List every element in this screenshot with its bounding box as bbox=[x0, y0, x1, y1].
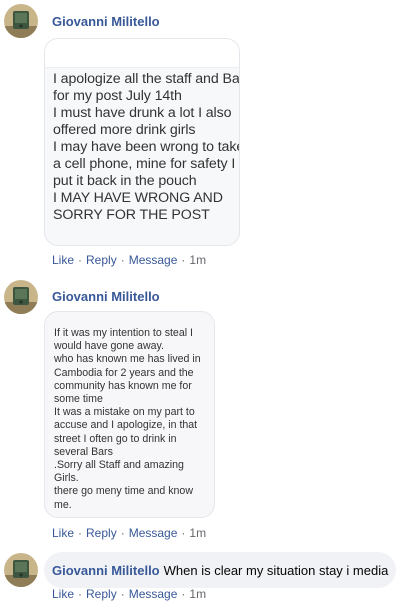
comment-timestamp[interactable]: 1m bbox=[189, 587, 206, 601]
message-link[interactable]: Message bbox=[129, 253, 178, 267]
comment-author[interactable]: Giovanni Militello bbox=[52, 563, 160, 578]
like-link[interactable]: Like bbox=[52, 253, 74, 267]
avatar-image bbox=[4, 280, 38, 314]
separator-dot: · bbox=[120, 253, 125, 267]
comment-actions: Like · Reply · Message · 1m bbox=[52, 526, 206, 540]
image-header-strip bbox=[45, 39, 239, 68]
separator-dot: · bbox=[78, 526, 83, 540]
avatar-image bbox=[4, 4, 38, 38]
comment-text: When is clear my situation stay i media bbox=[163, 562, 389, 578]
comment-image[interactable]: I apologize all the staff and Ba for my … bbox=[44, 38, 240, 246]
avatar[interactable] bbox=[4, 553, 38, 587]
comment-actions: Like · Reply · Message · 1m bbox=[52, 587, 206, 601]
image-text: If it was my intention to steal I would … bbox=[54, 327, 201, 511]
comment-image[interactable]: If it was my intention to steal I would … bbox=[44, 311, 215, 518]
separator-dot: · bbox=[181, 587, 186, 601]
separator-dot: · bbox=[120, 587, 125, 601]
separator-dot: · bbox=[78, 253, 83, 267]
avatar[interactable] bbox=[4, 4, 38, 38]
reply-link[interactable]: Reply bbox=[86, 526, 117, 540]
comment-author[interactable]: Giovanni Militello bbox=[52, 14, 160, 29]
avatar[interactable] bbox=[4, 280, 38, 314]
comment-actions: Like · Reply · Message · 1m bbox=[52, 253, 206, 267]
message-link[interactable]: Message bbox=[129, 526, 178, 540]
separator-dot: · bbox=[78, 587, 83, 601]
comment-bubble: Giovanni Militello When is clear my situ… bbox=[44, 552, 397, 588]
separator-dot: · bbox=[120, 526, 125, 540]
comment-timestamp[interactable]: 1m bbox=[189, 526, 206, 540]
reply-link[interactable]: Reply bbox=[86, 587, 117, 601]
comment-timestamp[interactable]: 1m bbox=[189, 253, 206, 267]
separator-dot: · bbox=[181, 253, 186, 267]
comment-author[interactable]: Giovanni Militello bbox=[52, 289, 160, 304]
reply-link[interactable]: Reply bbox=[86, 253, 117, 267]
like-link[interactable]: Like bbox=[52, 526, 74, 540]
message-link[interactable]: Message bbox=[129, 587, 178, 601]
like-link[interactable]: Like bbox=[52, 587, 74, 601]
image-text: I apologize all the staff and Ba for my … bbox=[53, 71, 240, 223]
separator-dot: · bbox=[181, 526, 186, 540]
avatar-image bbox=[4, 553, 38, 587]
